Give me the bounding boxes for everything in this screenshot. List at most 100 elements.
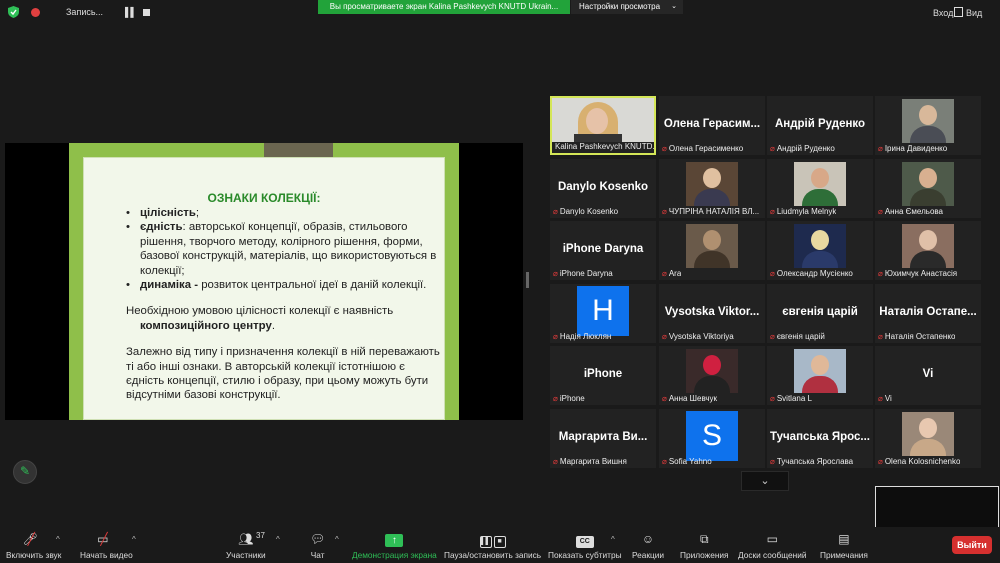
participant-tile[interactable]: Vi ⌀ Vi xyxy=(875,346,981,405)
participant-name: Наталія Остапе... xyxy=(879,306,977,318)
muted-mic-icon: ⌀ xyxy=(770,457,775,466)
participant-name: Олена Герасим... xyxy=(663,118,761,130)
participant-caption: ⌀ Тучапська Ярослава xyxy=(770,457,853,466)
audio-options-caret[interactable]: ^ xyxy=(56,535,60,544)
participant-caption: ⌀ iPhone xyxy=(553,394,585,403)
view-button[interactable]: Вид xyxy=(966,8,982,18)
participant-caption-text: Анна Шевчук xyxy=(668,394,718,403)
exit-button[interactable]: Выйти xyxy=(952,536,992,554)
chat-button[interactable]: 💬︎ Чат xyxy=(310,532,325,560)
notes-button[interactable]: ▤ Примечания xyxy=(820,532,868,560)
smile-icon: ☺ xyxy=(641,532,655,546)
participant-caption-text: Наталія Остапенко xyxy=(884,332,956,341)
chat-caret[interactable]: ^ xyxy=(335,535,339,544)
participant-tile[interactable]: євгенія царій ⌀ євгенія царій xyxy=(767,284,873,343)
apps-icon: ⧉ xyxy=(699,532,709,546)
muted-mic-icon: ⌀ xyxy=(662,207,667,216)
participant-name: Vi xyxy=(922,368,934,380)
participant-caption-text: Vi xyxy=(884,394,892,403)
muted-mic-icon: ⌀ xyxy=(662,332,667,341)
whiteboard-icon: ▭ xyxy=(766,532,778,546)
participant-initial-avatar: S xyxy=(686,411,738,461)
participant-caption: ⌀ Анна Шевчук xyxy=(662,394,717,403)
participant-caption-text: Андрій Руденко xyxy=(776,144,835,153)
share-screen-button[interactable]: ↑ Демонстрация экрана xyxy=(352,532,437,560)
participant-tile[interactable]: Тучапська Ярос... ⌀ Тучапська Ярослава xyxy=(767,409,873,468)
muted-mic-icon: ⌀ xyxy=(770,269,775,278)
participant-name: євгенія царій xyxy=(782,306,858,318)
pause-recording-icon[interactable]: ▌▌ xyxy=(125,7,137,17)
participant-tile[interactable]: iPhone Daryna ⌀ iPhone Daryna xyxy=(550,221,656,280)
participant-tile[interactable]: ⌀ Анна Ємельова xyxy=(875,159,981,218)
participant-tile[interactable]: ⌀ Ara xyxy=(659,221,765,280)
participant-tile[interactable]: ⌀ Юхимчук Анастасія xyxy=(875,221,981,280)
participant-tile[interactable]: Danylo Kosenko ⌀ Danylo Kosenko xyxy=(550,159,656,218)
muted-mic-icon: ⌀ xyxy=(662,269,667,278)
participant-avatar xyxy=(794,224,846,268)
participant-caption-text: Ara xyxy=(668,269,682,278)
muted-mic-icon: ⌀ xyxy=(662,144,667,153)
participant-tile[interactable]: Наталія Остапе... ⌀ Наталія Остапенко xyxy=(875,284,981,343)
participant-tile[interactable]: iPhone ⌀ iPhone xyxy=(550,346,656,405)
participant-tile[interactable]: ⌀ Svitlana L xyxy=(767,346,873,405)
participants-caret[interactable]: ^ xyxy=(276,535,280,544)
participant-tile[interactable]: Kalina Pashkevych KNUTD... xyxy=(550,96,656,155)
apps-button[interactable]: ⧉ Приложения xyxy=(680,532,729,560)
participant-name: Андрій Руденко xyxy=(774,118,866,130)
participant-video xyxy=(552,98,654,142)
reactions-button[interactable]: ☺ Реакции xyxy=(632,532,664,560)
panel-splitter[interactable] xyxy=(526,272,529,288)
recording-label: Запись... xyxy=(66,7,104,17)
muted-mic-icon: ⌀ xyxy=(878,394,883,403)
participant-tile[interactable]: ⌀ Olena Kolosnichenko xyxy=(875,409,981,468)
participant-tile[interactable]: Маргарита Ви... ⌀ Маргарита Вишня xyxy=(550,409,656,468)
participant-caption: ⌀ Маргарита Вишня xyxy=(553,457,627,466)
start-video-button[interactable]: ▭╱ Начать видео xyxy=(80,532,133,560)
muted-mic-icon: ⌀ xyxy=(770,207,775,216)
login-button[interactable]: Вход xyxy=(933,8,953,18)
whiteboards-button[interactable]: ▭ Доски сообщений xyxy=(738,532,806,560)
unmute-button[interactable]: 🎤︎╱ Включить звук xyxy=(6,532,61,560)
participant-tile[interactable]: ⌀ Liudmyla Melnyk xyxy=(767,159,873,218)
pause-stop-recording-button[interactable]: ▌▌ ■ Пауза/остановить запись xyxy=(444,532,541,560)
participant-caption-text: Маргарита Вишня xyxy=(559,457,627,466)
view-icon[interactable] xyxy=(954,7,963,17)
muted-mic-icon: ⌀ xyxy=(878,144,883,153)
shield-icon[interactable] xyxy=(8,6,19,18)
participant-tile[interactable]: ⌀ Анна Шевчук xyxy=(659,346,765,405)
participant-tile[interactable]: H ⌀ Надія Люклян xyxy=(550,284,656,343)
participant-tile[interactable]: Олена Герасим... ⌀ Олена Герасименко xyxy=(659,96,765,155)
share-banner: Вы просматриваете экран Kalina Pashkevyc… xyxy=(318,0,570,14)
participant-tile[interactable]: Vysotska Viktor... ⌀ Vysotska Viktoriya xyxy=(659,284,765,343)
participant-tile[interactable]: ⌀ ЧУПРІНА НАТАЛІЯ ВЛ... xyxy=(659,159,765,218)
participant-caption-text: Олександр Мусієнко xyxy=(776,269,853,278)
participant-name: Vysotska Viktor... xyxy=(664,306,760,318)
self-view xyxy=(875,486,999,530)
participant-tile[interactable]: ⌀ Ірина Давиденко xyxy=(875,96,981,155)
muted-mic-icon: ⌀ xyxy=(553,457,558,466)
muted-mic-icon: ⌀ xyxy=(662,394,667,403)
participant-name: Тучапська Ярос... xyxy=(770,431,870,443)
participant-caption-text: Юхимчук Анастасія xyxy=(884,269,958,278)
participant-avatar xyxy=(686,162,738,206)
muted-mic-icon: ⌀ xyxy=(553,332,558,341)
participant-tile[interactable]: ⌀ Олександр Мусієнко xyxy=(767,221,873,280)
chevron-down-icon: ⌄ xyxy=(671,3,677,10)
video-options-caret[interactable]: ^ xyxy=(132,535,136,544)
chat-icon: 💬︎ xyxy=(310,532,326,546)
participant-caption-text: Анна Ємельова xyxy=(884,207,943,216)
participant-name: iPhone Daryna xyxy=(562,243,644,255)
participant-caption: ⌀ Ірина Давиденко xyxy=(878,144,947,153)
participant-tile[interactable]: S ⌀ Sofia Yahno xyxy=(659,409,765,468)
annotate-button[interactable]: ✎ xyxy=(13,460,37,484)
participant-tile[interactable]: Андрій Руденко ⌀ Андрій Руденко xyxy=(767,96,873,155)
participant-caption-text: Svitlana L xyxy=(776,394,812,403)
participant-caption-text: iPhone xyxy=(559,394,585,403)
muted-mic-icon: ⌀ xyxy=(770,332,775,341)
muted-mic-icon: ⌀ xyxy=(770,394,775,403)
subtitles-caret[interactable]: ^ xyxy=(611,535,615,544)
participant-caption: ⌀ iPhone Daryna xyxy=(553,269,613,278)
stop-recording-icon[interactable] xyxy=(143,9,150,16)
gallery-next-button[interactable]: ⌄ xyxy=(741,471,789,491)
view-settings-button[interactable]: Настройки просмотра ⌄ xyxy=(571,0,683,14)
